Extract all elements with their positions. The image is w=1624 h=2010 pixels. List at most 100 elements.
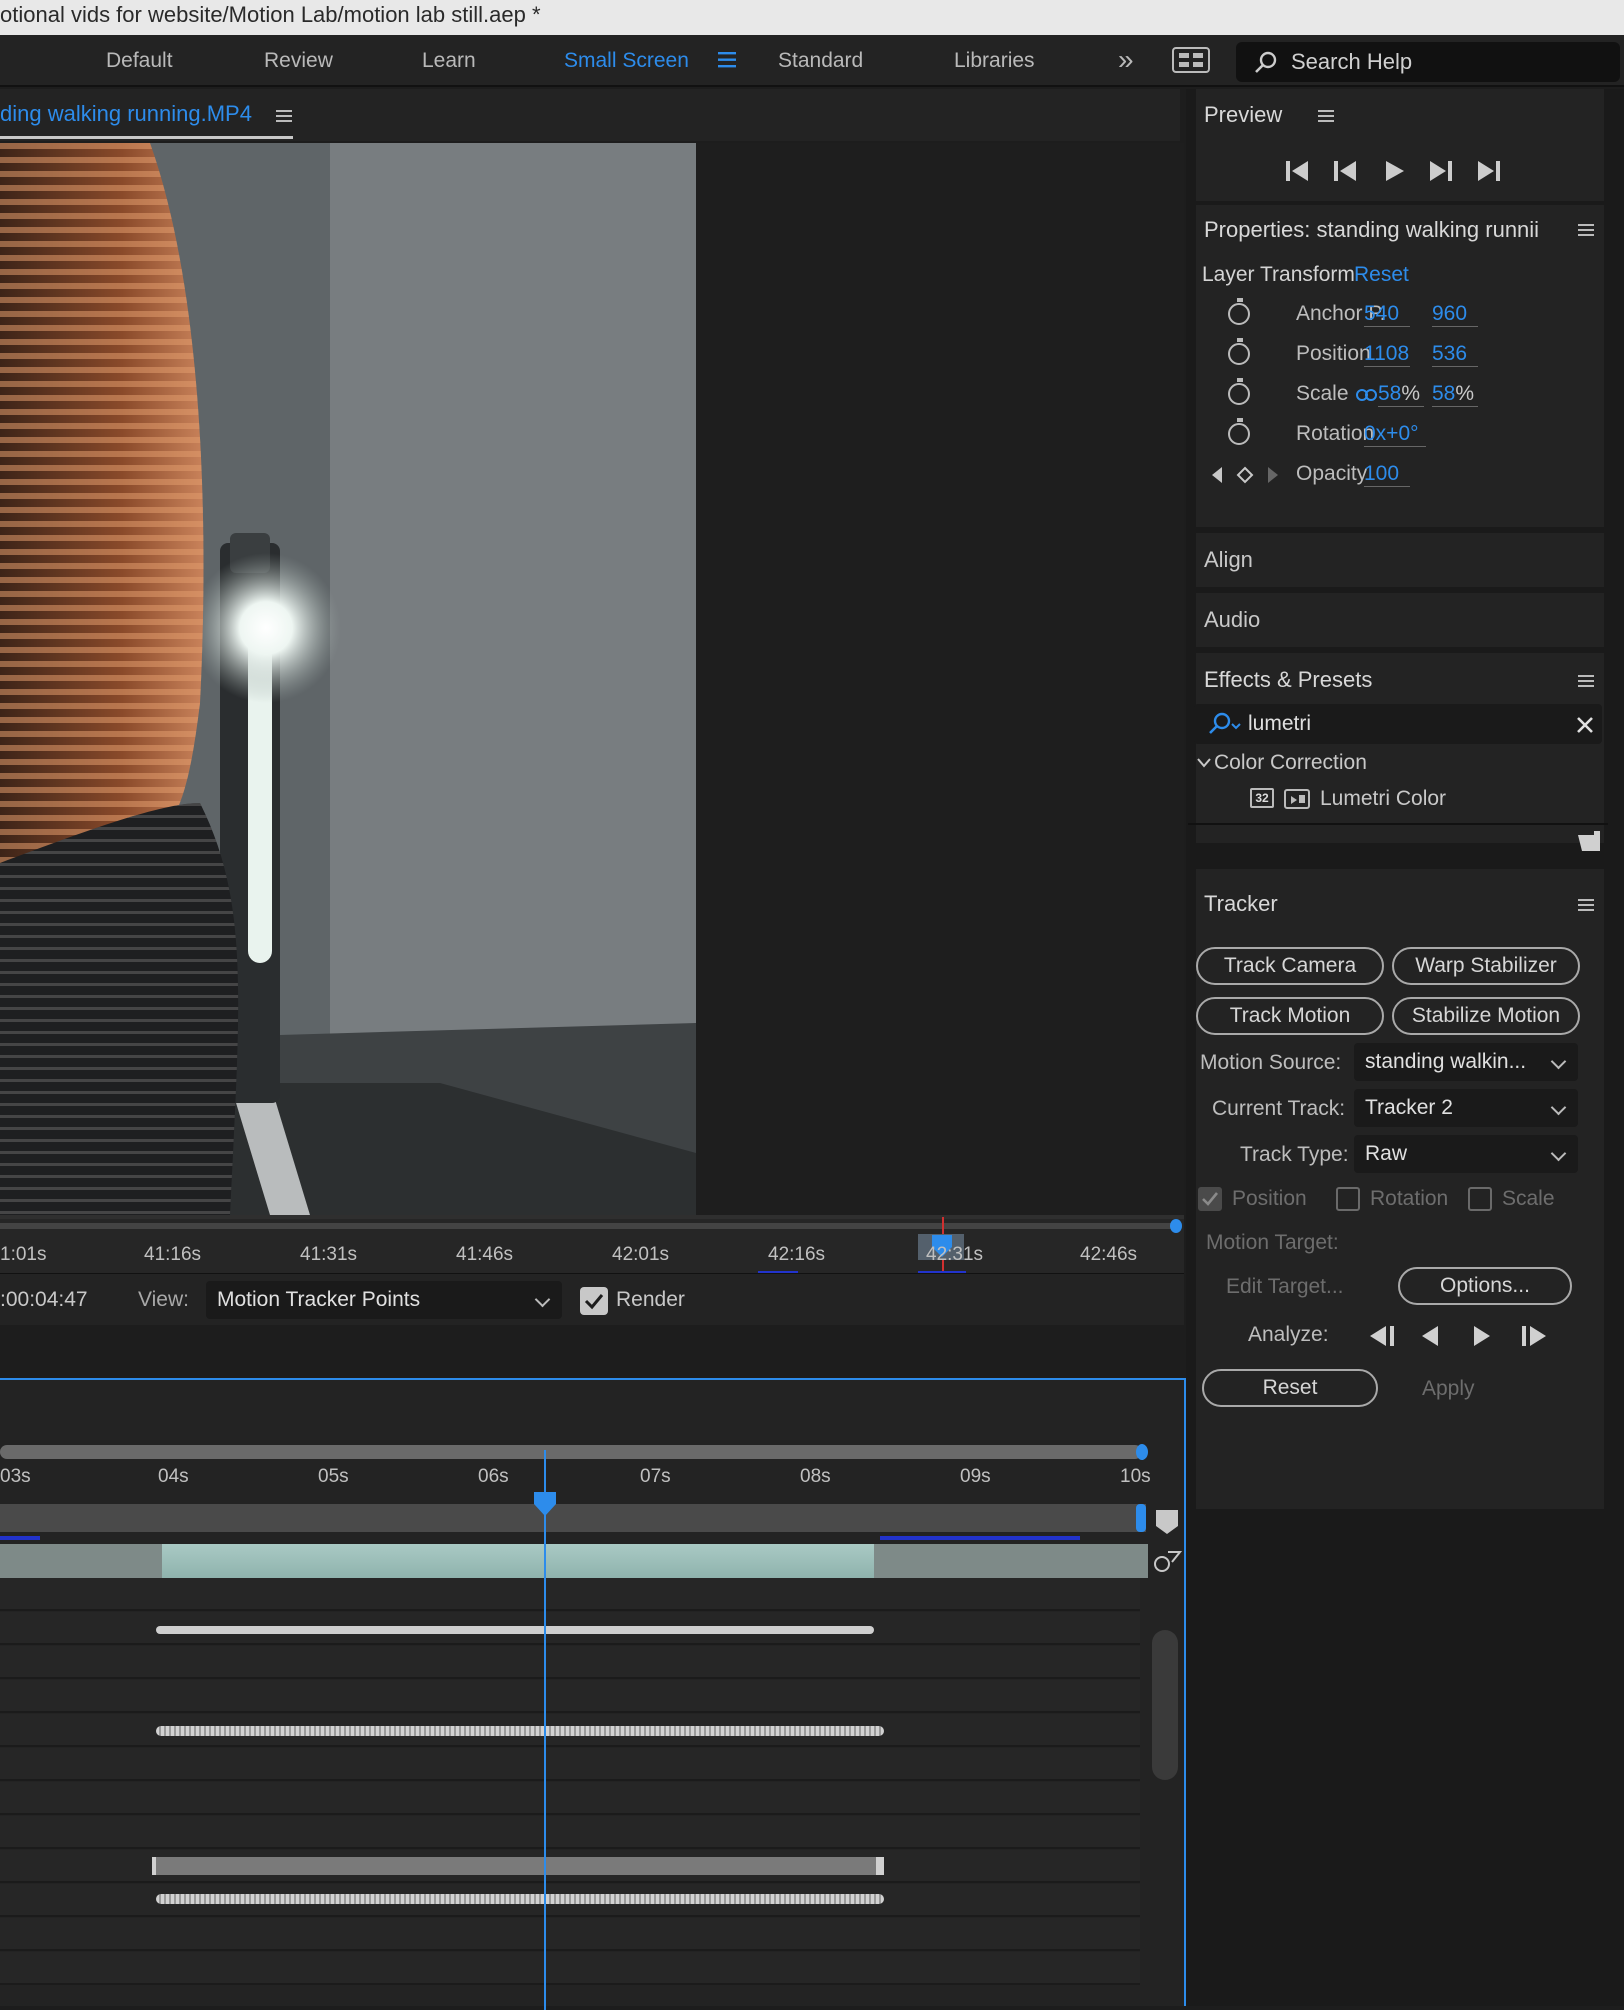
viewer-tick: 42:16s xyxy=(768,1244,826,1265)
work-area-end-handle[interactable] xyxy=(1136,1444,1148,1460)
last-frame-icon[interactable] xyxy=(1478,161,1500,181)
add-keyframe-icon[interactable] xyxy=(1236,466,1254,484)
track-type-value: Raw xyxy=(1365,1142,1408,1165)
timeline-tick: 07s xyxy=(640,1466,671,1487)
analyze-forward-one-frame-icon[interactable] xyxy=(1522,1326,1546,1346)
timeline-track xyxy=(0,1578,1140,1611)
effects-search-field[interactable]: lumetri xyxy=(1194,704,1602,744)
options-button[interactable]: Options... xyxy=(1398,1267,1572,1305)
vertical-scrollbar[interactable] xyxy=(1152,1630,1178,1780)
view-dropdown-value: Motion Tracker Points xyxy=(217,1288,421,1311)
anchor-point-y[interactable]: 960 xyxy=(1432,302,1478,327)
footage-viewer[interactable] xyxy=(0,143,1184,1215)
layer-bar[interactable] xyxy=(162,1544,874,1578)
opacity-value[interactable]: 100 xyxy=(1364,462,1410,487)
track-type-dropdown[interactable]: Raw xyxy=(1354,1135,1578,1173)
motion-target-label: Motion Target: xyxy=(1206,1231,1339,1254)
rotation-label: Rotation xyxy=(1296,422,1375,445)
stopwatch-icon[interactable] xyxy=(1228,418,1250,445)
current-time-indicator-icon[interactable] xyxy=(532,1490,558,1518)
panel-menu-icon[interactable] xyxy=(1318,110,1334,122)
keyframe-band xyxy=(880,1536,1080,1540)
scale-y[interactable]: 58% xyxy=(1432,382,1478,407)
analyze-back-one-frame-icon[interactable] xyxy=(1370,1326,1394,1346)
workspace-menu-icon[interactable] xyxy=(718,52,736,73)
next-frame-icon[interactable] xyxy=(1430,161,1452,181)
timeline-track xyxy=(0,1782,1140,1815)
position-x[interactable]: 1108 xyxy=(1364,342,1410,367)
align-panel[interactable]: Align xyxy=(1196,533,1604,587)
footage-tab-bar: ding walking running.MP4 xyxy=(0,89,1180,141)
tracker-apply-button[interactable]: Apply xyxy=(1422,1377,1475,1401)
tracker-reset-button[interactable]: Reset xyxy=(1202,1369,1378,1407)
workspace-standard[interactable]: Standard xyxy=(778,49,863,73)
motion-source-dropdown[interactable]: standing walkin... xyxy=(1354,1043,1578,1081)
stabilize-motion-button[interactable]: Stabilize Motion xyxy=(1392,997,1580,1035)
panel-menu-icon[interactable] xyxy=(1578,899,1594,911)
current-track-label: Current Track: xyxy=(1212,1097,1346,1120)
navigator-end-handle[interactable] xyxy=(1136,1504,1146,1532)
comp-flowchart-icon[interactable] xyxy=(1152,1548,1182,1574)
footage-tab[interactable]: ding walking running.MP4 xyxy=(0,101,252,127)
panel-menu-icon[interactable] xyxy=(276,110,292,122)
audio-panel[interactable]: Audio xyxy=(1196,593,1604,647)
layer-transform-reset[interactable]: Reset xyxy=(1354,263,1409,287)
scale-x-unit: % xyxy=(1401,382,1421,405)
keyframe-range-bar[interactable] xyxy=(156,1626,874,1634)
workspace-default[interactable]: Default xyxy=(106,49,173,73)
workspace-settings-icon[interactable] xyxy=(1172,47,1210,78)
position-y[interactable]: 536 xyxy=(1432,342,1478,367)
keyframe-range-bar[interactable] xyxy=(156,1894,884,1904)
timeline-work-area-bar[interactable] xyxy=(0,1445,1142,1459)
position-checkbox[interactable] xyxy=(1198,1187,1222,1211)
marker-icon[interactable] xyxy=(1154,1508,1180,1536)
new-folder-icon[interactable] xyxy=(1576,829,1602,853)
search-help-field[interactable]: Search Help xyxy=(1236,42,1620,82)
warp-stabilizer-button[interactable]: Warp Stabilizer xyxy=(1392,947,1580,985)
workspace-overflow-icon[interactable]: » xyxy=(1118,44,1134,76)
anchor-point-x[interactable]: 540 xyxy=(1364,302,1410,327)
previous-frame-icon[interactable] xyxy=(1334,161,1356,181)
stopwatch-icon[interactable] xyxy=(1228,378,1250,405)
keyframe-range-bar[interactable] xyxy=(156,1726,884,1736)
viewer-timecode[interactable]: :00:04:47 xyxy=(0,1288,88,1312)
edit-target-button[interactable]: Edit Target... xyxy=(1226,1275,1344,1299)
analyze-forward-icon[interactable] xyxy=(1474,1326,1490,1346)
tab-underline xyxy=(0,136,293,139)
effect-lumetri-color[interactable]: Lumetri Color xyxy=(1320,787,1446,811)
viewer-end-handle[interactable] xyxy=(1170,1219,1182,1233)
panel-menu-icon[interactable] xyxy=(1578,675,1594,687)
timeline-panel[interactable]: 03s 04s 05s 06s 07s 08s 09s 10s xyxy=(0,1378,1186,2010)
rotation-checkbox[interactable] xyxy=(1336,1187,1360,1211)
comp-navigator-bar[interactable] xyxy=(0,1504,1146,1532)
workspace-small-screen[interactable]: Small Screen xyxy=(564,49,689,73)
keyframe-range-bar[interactable] xyxy=(152,1857,884,1875)
rotation-value[interactable]: 0x+0° xyxy=(1364,422,1426,447)
panel-menu-icon[interactable] xyxy=(1578,224,1594,236)
workspace-libraries[interactable]: Libraries xyxy=(954,49,1035,73)
clear-search-icon[interactable] xyxy=(1576,716,1594,734)
stopwatch-icon[interactable] xyxy=(1228,298,1250,325)
current-track-dropdown[interactable]: Tracker 2 xyxy=(1354,1089,1578,1127)
stopwatch-icon[interactable] xyxy=(1228,338,1250,365)
view-dropdown[interactable]: Motion Tracker Points xyxy=(206,1281,562,1319)
viewer-time-ruler[interactable]: 1:01s 41:16s 41:31s 41:46s 42:01s 42:16s… xyxy=(0,1215,1184,1275)
workspace-review[interactable]: Review xyxy=(264,49,333,73)
chevron-down-icon[interactable] xyxy=(1196,757,1212,769)
previous-keyframe-icon[interactable] xyxy=(1212,467,1222,483)
workspace-learn[interactable]: Learn xyxy=(422,49,476,73)
search-help-placeholder: Search Help xyxy=(1291,49,1413,74)
window-title-bar: otional vids for website/Motion Lab/moti… xyxy=(0,0,1624,35)
analyze-backward-icon[interactable] xyxy=(1422,1326,1438,1346)
track-camera-button[interactable]: Track Camera xyxy=(1196,947,1384,985)
constrain-proportions-icon[interactable] xyxy=(1356,387,1378,403)
first-frame-icon[interactable] xyxy=(1286,161,1308,181)
scale-x[interactable]: 58% xyxy=(1378,382,1424,407)
timeline-track xyxy=(0,1748,1140,1781)
scale-checkbox[interactable] xyxy=(1468,1187,1492,1211)
render-checkbox[interactable] xyxy=(580,1287,608,1315)
effect-category-color-correction[interactable]: Color Correction xyxy=(1214,751,1367,775)
play-icon[interactable] xyxy=(1386,161,1404,181)
next-keyframe-icon[interactable] xyxy=(1268,467,1278,483)
track-motion-button[interactable]: Track Motion xyxy=(1196,997,1384,1035)
